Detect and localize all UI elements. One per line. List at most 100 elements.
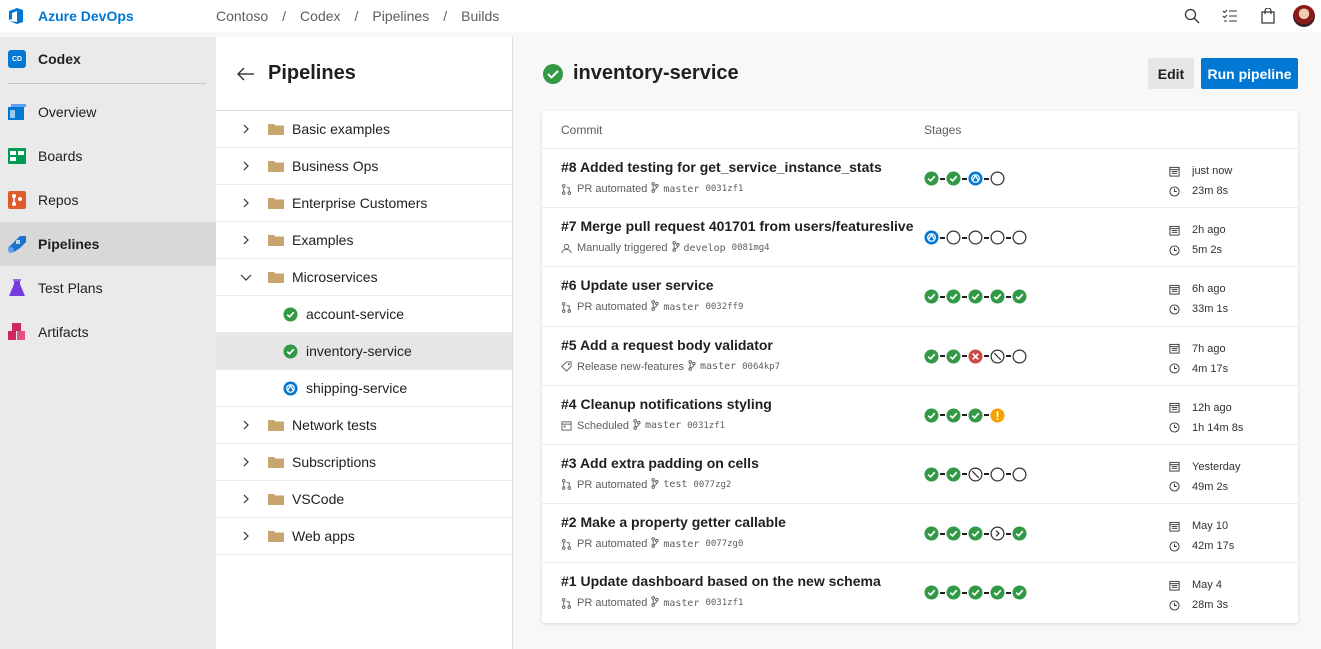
- stage-success-icon[interactable]: [924, 171, 939, 186]
- breadcrumb-item-builds[interactable]: Builds: [461, 8, 499, 24]
- shopping-bag-icon[interactable]: [1249, 0, 1287, 32]
- chevron-right-icon[interactable]: [238, 528, 254, 544]
- stage-success-icon[interactable]: [990, 289, 1005, 304]
- stage-success-icon[interactable]: [924, 408, 939, 423]
- breadcrumb-item-project[interactable]: Codex: [300, 8, 340, 24]
- user-avatar[interactable]: [1293, 5, 1315, 27]
- stage-pending-icon[interactable]: [946, 230, 961, 245]
- stage-canceled-icon[interactable]: [990, 349, 1005, 364]
- stage-success-icon[interactable]: [924, 289, 939, 304]
- chevron-right-icon[interactable]: [238, 491, 254, 507]
- nav-item-overview[interactable]: Overview: [0, 90, 216, 134]
- table-row[interactable]: #4 Cleanup notifications styling Schedule…: [542, 386, 1298, 445]
- table-row[interactable]: #7 Merge pull request 401701 from users/…: [542, 208, 1298, 268]
- stage-running-icon[interactable]: [968, 171, 983, 186]
- breadcrumb-item-pipelines[interactable]: Pipelines: [372, 8, 429, 24]
- tree-pipeline-row[interactable]: account-service: [216, 296, 512, 333]
- nav-item-pipelines[interactable]: Pipelines: [0, 222, 216, 266]
- task-list-icon[interactable]: [1211, 0, 1249, 32]
- stage-pending-icon[interactable]: [990, 467, 1005, 482]
- chevron-right-icon[interactable]: [238, 121, 254, 137]
- run-title[interactable]: #8 Added testing for get_service_instanc…: [561, 159, 882, 175]
- chevron-down-icon[interactable]: [238, 269, 254, 285]
- run-pipeline-button[interactable]: Run pipeline: [1201, 58, 1298, 89]
- tree-folder-row[interactable]: VSCode: [216, 481, 512, 518]
- stage-pending-icon[interactable]: [1012, 467, 1027, 482]
- chevron-right-icon[interactable]: [238, 417, 254, 433]
- stage-skipped-icon[interactable]: [990, 526, 1005, 541]
- run-title[interactable]: #4 Cleanup notifications styling: [561, 396, 772, 412]
- project-header[interactable]: CD Codex: [0, 37, 216, 81]
- chevron-right-icon[interactable]: [238, 454, 254, 470]
- stage-pending-icon[interactable]: [968, 230, 983, 245]
- pull-request-icon: [561, 597, 572, 609]
- chevron-right-icon[interactable]: [238, 195, 254, 211]
- folder-label: Microservices: [292, 269, 378, 285]
- run-title[interactable]: #2 Make a property getter callable: [561, 514, 786, 530]
- stage-failed-icon[interactable]: [968, 349, 983, 364]
- tree-folder-row[interactable]: Examples: [216, 222, 512, 259]
- table-row[interactable]: #8 Added testing for get_service_instanc…: [542, 149, 1298, 209]
- nav-item-repos[interactable]: Repos: [0, 178, 216, 222]
- stage-success-icon[interactable]: [946, 467, 961, 482]
- run-title[interactable]: #7 Merge pull request 401701 from users/…: [561, 218, 914, 234]
- stage-success-icon[interactable]: [990, 585, 1005, 600]
- stage-pending-icon[interactable]: [990, 171, 1005, 186]
- stage-success-icon[interactable]: [946, 171, 961, 186]
- stage-pending-icon[interactable]: [1012, 230, 1027, 245]
- stage-running-icon[interactable]: [924, 230, 939, 245]
- search-icon[interactable]: [1173, 0, 1211, 32]
- tree-folder-row[interactable]: Web apps: [216, 518, 512, 555]
- run-title[interactable]: #5 Add a request body validator: [561, 337, 773, 353]
- run-title[interactable]: #6 Update user service: [561, 277, 714, 293]
- table-row[interactable]: #2 Make a property getter callable PR aut…: [542, 504, 1298, 564]
- stage-success-icon[interactable]: [924, 526, 939, 541]
- chevron-right-icon[interactable]: [238, 232, 254, 248]
- stage-success-icon[interactable]: [946, 349, 961, 364]
- stage-success-icon[interactable]: [1012, 289, 1027, 304]
- stage-success-icon[interactable]: [1012, 526, 1027, 541]
- table-row[interactable]: #5 Add a request body validator Release n…: [542, 327, 1298, 386]
- back-arrow-icon[interactable]: [236, 66, 256, 82]
- stage-success-icon[interactable]: [946, 289, 961, 304]
- stage-success-icon[interactable]: [946, 408, 961, 423]
- chevron-right-icon[interactable]: [238, 158, 254, 174]
- stage-success-icon[interactable]: [968, 585, 983, 600]
- tree-folder-row[interactable]: Network tests: [216, 407, 512, 444]
- stage-warning-icon[interactable]: [990, 408, 1005, 423]
- tree-folder-row[interactable]: Microservices: [216, 259, 512, 296]
- stage-pending-icon[interactable]: [1012, 349, 1027, 364]
- breadcrumb-separator: /: [354, 8, 359, 24]
- stage-success-icon[interactable]: [968, 408, 983, 423]
- edit-button[interactable]: Edit: [1148, 58, 1194, 89]
- tree-folder-row[interactable]: Basic examples: [216, 111, 512, 148]
- run-title[interactable]: #1 Update dashboard based on the new sch…: [561, 573, 881, 589]
- stage-success-icon[interactable]: [1012, 585, 1027, 600]
- nav-item-test-plans[interactable]: Test Plans: [0, 266, 216, 310]
- table-row[interactable]: #3 Add extra padding on cells PR automate…: [542, 445, 1298, 505]
- nav-item-artifacts[interactable]: Artifacts: [0, 310, 216, 354]
- breadcrumb-item-org[interactable]: Contoso: [216, 8, 268, 24]
- tree-folder-row[interactable]: Subscriptions: [216, 444, 512, 481]
- table-row[interactable]: #6 Update user service PR automated master…: [542, 267, 1298, 327]
- stage-connector: [1006, 473, 1011, 476]
- stage-canceled-icon[interactable]: [968, 467, 983, 482]
- brand[interactable]: Azure DevOps: [0, 6, 216, 26]
- nav-item-boards[interactable]: Boards: [0, 134, 216, 178]
- tree-folder-row[interactable]: Business Ops: [216, 148, 512, 185]
- stage-success-icon[interactable]: [946, 526, 961, 541]
- tree-folder-row[interactable]: Enterprise Customers: [216, 185, 512, 222]
- clock-icon: [1169, 541, 1186, 552]
- stage-success-icon[interactable]: [924, 585, 939, 600]
- stage-success-icon[interactable]: [924, 467, 939, 482]
- stage-success-icon[interactable]: [946, 585, 961, 600]
- stage-success-icon[interactable]: [968, 289, 983, 304]
- stage-connector: [962, 177, 967, 180]
- stage-success-icon[interactable]: [924, 349, 939, 364]
- table-row[interactable]: #1 Update dashboard based on the new sch…: [542, 563, 1298, 622]
- stage-success-icon[interactable]: [968, 526, 983, 541]
- tree-pipeline-row[interactable]: shipping-service: [216, 370, 512, 407]
- tree-pipeline-row[interactable]: inventory-service: [216, 333, 512, 370]
- stage-pending-icon[interactable]: [990, 230, 1005, 245]
- run-title[interactable]: #3 Add extra padding on cells: [561, 455, 759, 471]
